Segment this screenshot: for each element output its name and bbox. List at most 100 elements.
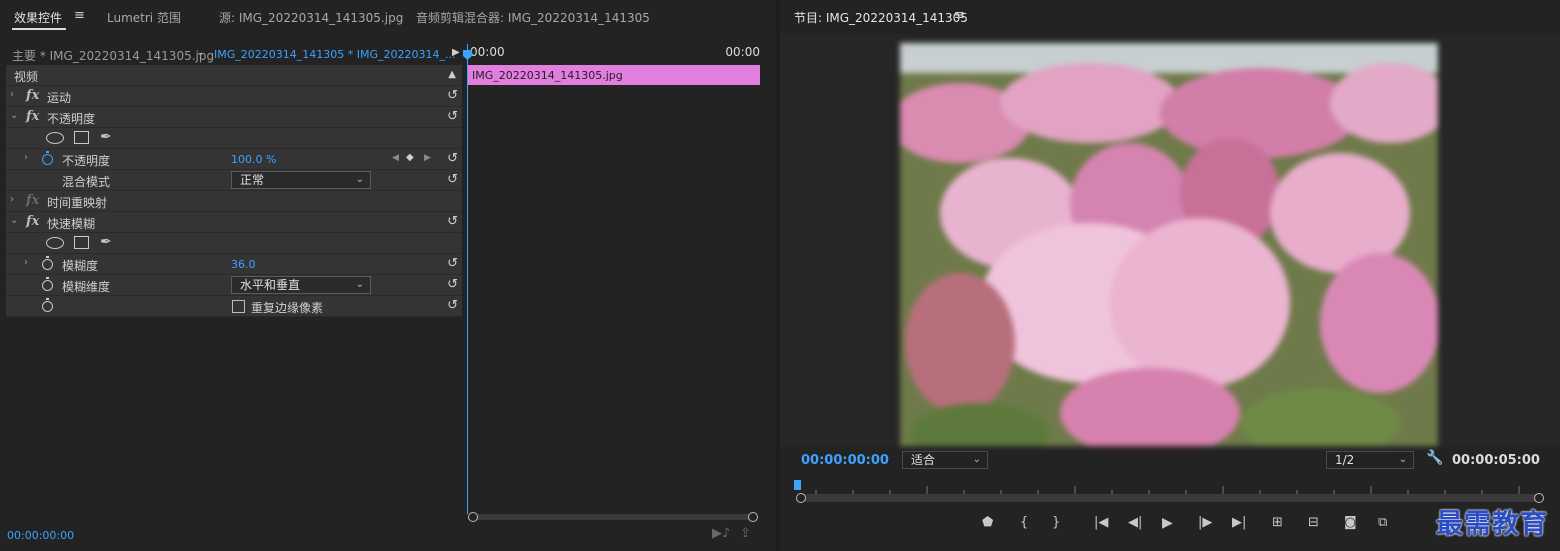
comparison-view-icon[interactable]: ⧉ bbox=[1378, 515, 1387, 530]
play-only-icon[interactable]: ▶ bbox=[452, 47, 460, 58]
reset-icon[interactable]: ↺ bbox=[447, 214, 458, 229]
effect-motion-label: 运动 bbox=[47, 91, 72, 105]
opacity-value[interactable]: 100.0 % bbox=[231, 153, 276, 166]
rectangle-mask-icon[interactable] bbox=[74, 131, 89, 144]
zoom-fit-value: 适合 bbox=[911, 453, 936, 467]
resolution-dropdown[interactable]: 1/2 ⌄ bbox=[1326, 451, 1414, 469]
next-keyframe-icon[interactable]: ▶ bbox=[424, 153, 431, 163]
scrollbar-right-handle[interactable] bbox=[748, 512, 758, 522]
tab-audio-clip-mixer[interactable]: 音频剪辑混合器: IMG_20220314_141305 bbox=[416, 9, 650, 26]
fx-icon[interactable]: fx bbox=[26, 193, 39, 208]
stopwatch-icon[interactable] bbox=[42, 298, 53, 312]
reset-icon[interactable]: ↺ bbox=[447, 109, 458, 124]
ellipse-mask-icon[interactable] bbox=[46, 237, 64, 249]
repeat-edge-label: 重复边缘像素 bbox=[251, 301, 324, 315]
clip-selector-bar: 主要 * IMG_20220314_141305.jpg ⌄ IMG_20220… bbox=[6, 44, 462, 64]
mark-out-icon[interactable]: } bbox=[1052, 515, 1060, 530]
playhead-line[interactable] bbox=[467, 44, 468, 514]
add-keyframe-icon[interactable]: ◆ bbox=[406, 152, 414, 163]
extract-icon[interactable]: ⊟ bbox=[1308, 515, 1319, 530]
stopwatch-icon[interactable] bbox=[42, 256, 53, 270]
watermark-logo-text: 最需教育 bbox=[1436, 509, 1548, 540]
clip-bar[interactable]: IMG_20220314_141305.jpg bbox=[468, 65, 760, 85]
blurriness-value[interactable]: 36.0 bbox=[231, 258, 256, 271]
master-clip-label[interactable]: 主要 * IMG_20220314_141305.jpg bbox=[12, 47, 214, 64]
reset-icon[interactable]: ↺ bbox=[447, 256, 458, 271]
expand-arrow-icon[interactable]: › bbox=[24, 257, 28, 268]
program-current-timecode[interactable]: 00:00:00:00 bbox=[801, 453, 889, 468]
reset-icon[interactable]: ↺ bbox=[447, 88, 458, 103]
fx-icon[interactable]: fx bbox=[26, 109, 39, 124]
tab-source[interactable]: 源: IMG_20220314_141305.jpg bbox=[219, 9, 403, 26]
add-marker-icon[interactable]: ⬟ bbox=[982, 515, 993, 530]
effect-controls-timecode[interactable]: 00:00:00:00 bbox=[7, 529, 74, 542]
program-zoom-scrollbar[interactable] bbox=[802, 494, 1538, 502]
collapse-arrow-icon[interactable]: ⌄ bbox=[10, 215, 18, 226]
left-tab-bar: 效果控件 ≡ Lumetri 范围 源: IMG_20220314_141305… bbox=[0, 0, 776, 34]
effect-timeline: 00:00 00:00 IMG_20220314_141305.jpg bbox=[463, 44, 762, 524]
expand-arrow-icon[interactable]: › bbox=[24, 152, 28, 163]
program-monitor-title[interactable]: 节目: IMG_20220314_141305 bbox=[794, 9, 968, 26]
program-time-ruler[interactable] bbox=[796, 482, 1540, 494]
pen-mask-icon[interactable]: ✒ bbox=[100, 129, 112, 145]
repeat-edge-row: 重复边缘像素 ↺ bbox=[6, 296, 462, 317]
resolution-value: 1/2 bbox=[1335, 453, 1355, 467]
export-icon[interactable]: ⇪ bbox=[740, 526, 751, 541]
reset-icon[interactable]: ↺ bbox=[447, 172, 458, 187]
effect-fast-blur-label: 快速模糊 bbox=[47, 217, 96, 231]
panel-menu-icon[interactable]: ≡ bbox=[954, 8, 965, 23]
expand-arrow-icon[interactable]: › bbox=[10, 194, 14, 205]
timeline-scrollbar[interactable] bbox=[470, 514, 758, 520]
effect-controls-panel: 效果控件 ≡ Lumetri 范围 源: IMG_20220314_141305… bbox=[0, 0, 776, 551]
fx-icon[interactable]: fx bbox=[26, 214, 39, 229]
pen-mask-icon[interactable]: ✒ bbox=[100, 234, 112, 250]
rectangle-mask-icon[interactable] bbox=[74, 236, 89, 249]
flower-photo bbox=[900, 43, 1438, 446]
blend-mode-dropdown[interactable]: 正常 ⌄ bbox=[231, 171, 371, 189]
wrench-settings-icon[interactable]: 🔧 bbox=[1426, 450, 1443, 466]
go-to-in-icon[interactable]: |◀ bbox=[1094, 515, 1108, 530]
scrollbar-left-handle[interactable] bbox=[468, 512, 478, 522]
expand-arrow-icon[interactable]: › bbox=[10, 89, 14, 100]
prev-keyframe-icon[interactable]: ◀ bbox=[392, 153, 399, 163]
reset-icon[interactable]: ↺ bbox=[447, 277, 458, 292]
play-audio-icon[interactable]: ▶♪ bbox=[712, 526, 730, 541]
ellipse-mask-icon[interactable] bbox=[46, 132, 64, 144]
effect-controls-footer: 00:00:00:00 ▶♪ ⇪ bbox=[0, 526, 776, 544]
chevron-down-icon[interactable]: ⌄ bbox=[196, 47, 204, 58]
go-to-out-icon[interactable]: ▶| bbox=[1232, 515, 1246, 530]
repeat-edge-checkbox[interactable] bbox=[232, 300, 245, 313]
zoom-left-handle[interactable] bbox=[796, 493, 806, 503]
fx-icon[interactable]: fx bbox=[26, 88, 39, 103]
collapse-up-icon[interactable]: ▲ bbox=[448, 69, 456, 80]
stopwatch-icon[interactable] bbox=[42, 277, 53, 291]
timeline-ruler[interactable]: 00:00 00:00 bbox=[466, 44, 762, 64]
play-icon[interactable]: ▶ bbox=[1162, 515, 1173, 531]
sequence-clip-label[interactable]: IMG_20220314_141305 * IMG_20220314_... bbox=[214, 48, 455, 61]
effect-opacity-row[interactable]: ⌄ fx 不透明度 ↺ bbox=[6, 107, 462, 128]
blur-dimensions-dropdown[interactable]: 水平和垂直 ⌄ bbox=[231, 276, 371, 294]
video-frame-image bbox=[900, 43, 1438, 446]
effect-opacity-label: 不透明度 bbox=[47, 112, 96, 126]
reset-icon[interactable]: ↺ bbox=[447, 298, 458, 313]
export-frame-camera-icon[interactable]: ◙ bbox=[1344, 515, 1357, 530]
program-playhead-marker[interactable] bbox=[794, 480, 801, 490]
effect-motion-row[interactable]: › fx 运动 ↺ bbox=[6, 86, 462, 107]
step-forward-icon[interactable]: |▶ bbox=[1198, 515, 1212, 530]
step-back-icon[interactable]: ◀| bbox=[1128, 515, 1142, 530]
panel-menu-icon[interactable]: ≡ bbox=[74, 8, 85, 23]
mark-in-icon[interactable]: { bbox=[1020, 515, 1028, 530]
stopwatch-icon[interactable] bbox=[42, 151, 53, 165]
active-tab-indicator bbox=[12, 28, 66, 30]
collapse-arrow-icon[interactable]: ⌄ bbox=[10, 110, 18, 121]
lift-icon[interactable]: ⊞ bbox=[1272, 515, 1283, 530]
zoom-fit-dropdown[interactable]: 适合 ⌄ bbox=[902, 451, 988, 469]
effect-time-remap-row[interactable]: › fx 时间重映射 bbox=[6, 191, 462, 212]
effect-fast-blur-row[interactable]: ⌄ fx 快速模糊 ↺ bbox=[6, 212, 462, 233]
section-video-label: 视频 bbox=[14, 70, 39, 84]
tab-lumetri-scopes[interactable]: Lumetri 范围 bbox=[107, 9, 181, 26]
blurriness-row: › 模糊度 36.0 ↺ bbox=[6, 254, 462, 275]
tab-effect-controls[interactable]: 效果控件 bbox=[14, 9, 62, 26]
reset-icon[interactable]: ↺ bbox=[447, 151, 458, 166]
blur-dimensions-row: 模糊维度 水平和垂直 ⌄ ↺ bbox=[6, 275, 462, 296]
